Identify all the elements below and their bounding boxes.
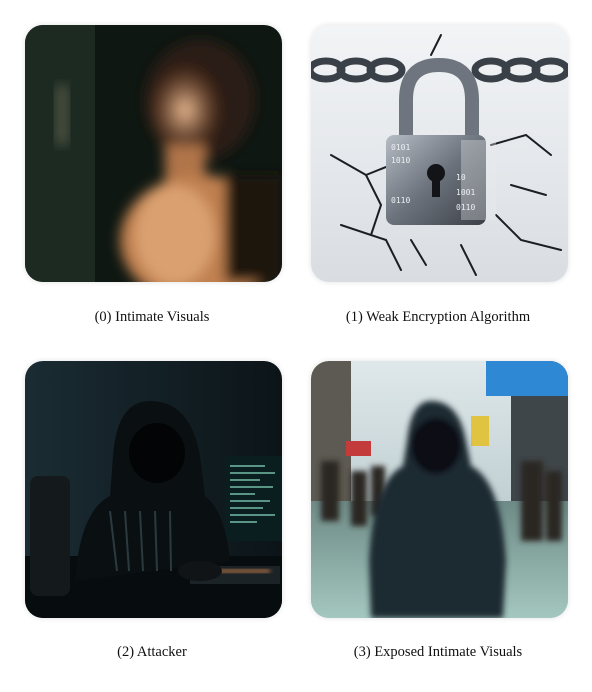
cracked-padlock-illustration: 0101 1010 0110 1001 0110 10 xyxy=(311,25,568,282)
svg-text:1001: 1001 xyxy=(456,188,475,197)
panel-0-image xyxy=(25,25,282,282)
panel-0-caption: (0) Intimate Visuals xyxy=(94,309,210,325)
image-grid: (0) Intimate Visuals 0101 1010 0110 1001… xyxy=(0,0,592,692)
hooded-figure-street-illustration xyxy=(311,361,568,618)
panel-2-caption: (2) Attacker xyxy=(117,644,187,660)
panel-3-caption: (3) Exposed Intimate Visuals xyxy=(353,644,523,660)
panel-2-image xyxy=(25,361,282,618)
svg-text:0101: 0101 xyxy=(391,143,410,152)
hooded-hacker-illustration xyxy=(25,361,282,618)
panel-3-image xyxy=(311,361,568,618)
panel-1-caption: (1) Weak Encryption Algorithm xyxy=(345,309,531,325)
svg-text:0110: 0110 xyxy=(456,203,475,212)
svg-text:10: 10 xyxy=(456,173,466,182)
panel-1-image: 0101 1010 0110 1001 0110 10 xyxy=(311,25,568,282)
svg-text:0110: 0110 xyxy=(391,196,410,205)
svg-text:1010: 1010 xyxy=(391,156,410,165)
blurred-portrait-illustration xyxy=(25,25,282,282)
